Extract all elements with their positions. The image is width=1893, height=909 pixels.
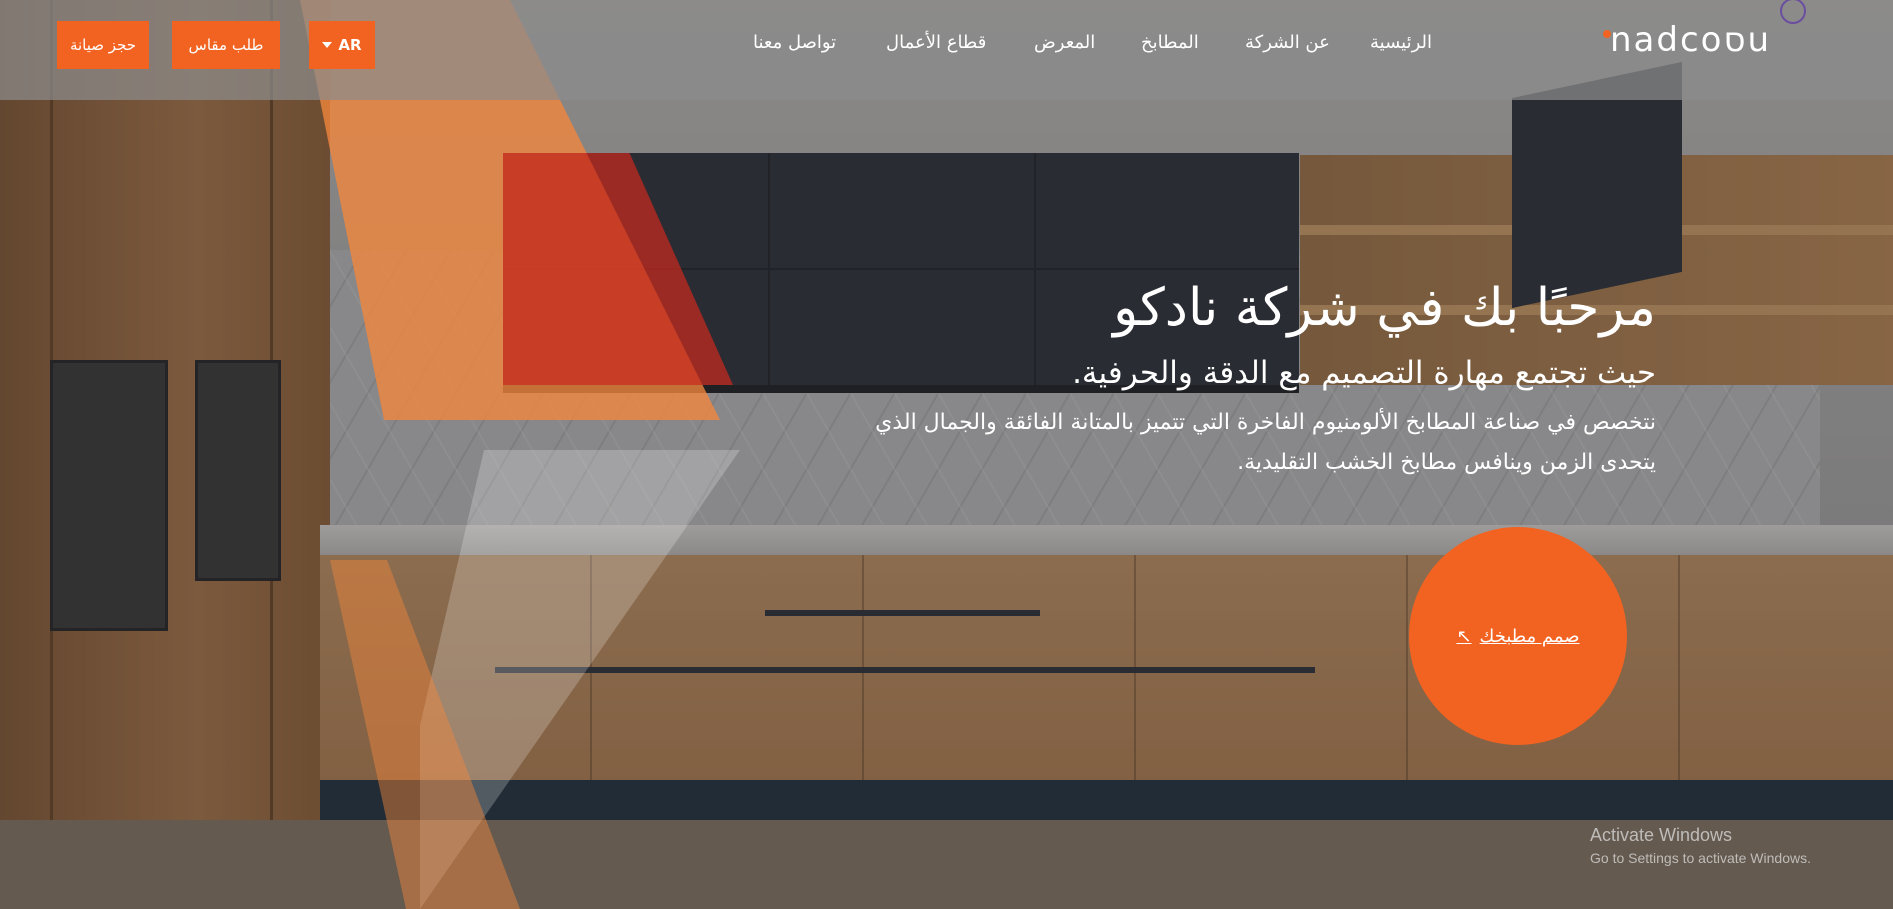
nav-item-kitchens[interactable]: المطابخ: [1141, 32, 1199, 53]
site-header: حجز صيانة طلب مقاس AR الرئيسية عن الشركة…: [0, 0, 1893, 100]
nav-item-gallery[interactable]: المعرض: [1034, 32, 1095, 53]
design-kitchen-button[interactable]: صمم مطبخك ↖: [1409, 527, 1627, 745]
hero-title-text: مرحبًا بك في شركة نادكو: [1113, 278, 1656, 338]
hero-title: مرحبًا بك في شركة نادكو: [756, 275, 1656, 341]
cta-label: صمم مطبخك: [1479, 625, 1580, 647]
hero-content: مرحبًا بك في شركة نادكو حيث تجتمع مهارة …: [756, 275, 1656, 483]
arrow-up-left-icon: ↖: [1456, 625, 1472, 647]
windows-activation-watermark: Activate Windows Go to Settings to activ…: [1590, 825, 1811, 866]
site-logo[interactable]: nadcoסu: [1600, 0, 1835, 66]
nav-item-about[interactable]: عن الشركة: [1245, 32, 1330, 53]
nav-item-home[interactable]: الرئيسية: [1370, 32, 1432, 53]
nav-item-contact[interactable]: تواصل معنا: [753, 32, 836, 53]
watermark-line1: Activate Windows: [1590, 825, 1733, 845]
nav-item-business[interactable]: قطاع الأعمال: [886, 32, 986, 53]
hero-description: نتخصص في صناعة المطابخ الألومنيوم الفاخر…: [875, 410, 1656, 475]
hero-subtitle: حيث تجتمع مهارة التصميم مع الدقة والحرفي…: [1072, 355, 1656, 391]
logo-wordmark: nadcoסu: [1610, 20, 1772, 60]
watermark-line2: Go to Settings to activate Windows.: [1590, 850, 1811, 866]
logo-ring: [1780, 0, 1806, 24]
